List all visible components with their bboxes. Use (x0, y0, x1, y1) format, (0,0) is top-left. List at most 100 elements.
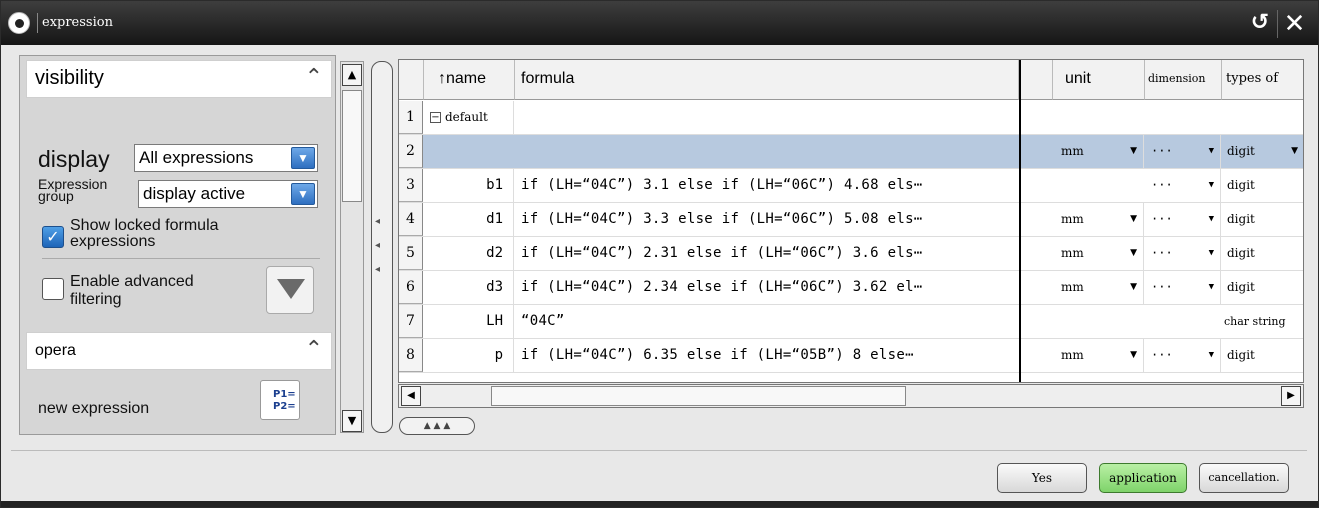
tree-collapse-icon[interactable]: − (430, 112, 441, 123)
type-cell[interactable]: digit (1222, 237, 1303, 270)
name-cell[interactable]: p (424, 339, 514, 372)
chevron-up-icon[interactable]: ⌃ (305, 337, 323, 362)
close-icon[interactable]: ✕ (1277, 10, 1311, 38)
name-cell[interactable]: d3 (424, 271, 514, 304)
dropdown-arrow-icon[interactable]: ▼ (1209, 271, 1214, 304)
expand-collapse-toggle-icon[interactable]: ▲ ▲ ▲ (399, 417, 475, 435)
gear-icon[interactable] (8, 12, 30, 34)
dimension-cell[interactable]: ··· ▼ (1145, 271, 1221, 304)
scroll-up-icon[interactable]: ▲ (342, 64, 362, 86)
panel-splitter[interactable]: ◂ ◂ ◂ (371, 61, 393, 433)
table-row[interactable]: 6 d3 if (LH=“04C”) 2.34 else if (LH=“06C… (399, 271, 1303, 305)
formula-cell[interactable]: if (LH=“04C”) 6.35 else if (LH=“05B”) 8 … (515, 339, 1021, 372)
row-number: 6 (399, 271, 423, 304)
column-header-name[interactable]: ↑name (424, 60, 515, 100)
dropdown-arrow-icon[interactable]: ▼ (1130, 203, 1137, 236)
table-horizontal-scrollbar[interactable]: ◀ ▶ (398, 384, 1304, 408)
dimension-cell[interactable]: ··· ▼ (1145, 169, 1221, 202)
table-row[interactable]: 2 mm ▼ ··· ▼ digit ▼ (399, 135, 1303, 169)
show-locked-label-line1: Show locked formula (70, 217, 219, 234)
opera-section-header[interactable]: opera ⌃ (26, 332, 332, 370)
show-locked-label-line2: expressions (70, 233, 156, 250)
display-select[interactable]: All expressions ▼ (134, 144, 318, 172)
type-cell[interactable]: digit (1222, 271, 1303, 304)
filter-panel: visibility ⌃ display All expressions ▼ E… (19, 55, 336, 435)
visibility-header-label: visibility (35, 67, 104, 89)
dropdown-arrow-icon[interactable]: ▼ (1209, 339, 1214, 372)
unit-cell[interactable]: mm ▼ (1053, 203, 1144, 236)
dropdown-arrow-icon[interactable]: ▼ (1130, 271, 1137, 304)
unit-cell[interactable]: mm ▼ (1053, 339, 1144, 372)
advanced-filtering-label-line1: Enable advanced (70, 273, 194, 290)
dimension-cell[interactable]: ··· ▼ (1145, 135, 1221, 168)
scroll-thumb[interactable] (491, 386, 906, 406)
chevron-up-icon[interactable]: ⌃ (305, 65, 323, 90)
divider (42, 258, 320, 259)
dimension-cell[interactable]: ··· ▼ (1145, 237, 1221, 270)
dropdown-arrow-icon[interactable]: ▼ (291, 183, 315, 205)
yes-button[interactable]: Yes (997, 463, 1087, 493)
dropdown-arrow-icon[interactable]: ▼ (1209, 135, 1214, 168)
scroll-thumb[interactable] (342, 90, 362, 202)
dropdown-arrow-icon[interactable]: ▼ (1291, 135, 1298, 168)
row-number: 4 (399, 203, 423, 236)
formula-cell[interactable]: if (LH=“04C”) 3.1 else if (LH=“06C”) 4.6… (515, 169, 1021, 202)
column-header-type[interactable]: types of (1222, 60, 1303, 100)
type-cell[interactable]: digit (1222, 203, 1303, 236)
dropdown-arrow-icon[interactable]: ▼ (1209, 237, 1214, 270)
dropdown-arrow-icon[interactable]: ▼ (1209, 169, 1214, 202)
table-row[interactable]: 1 − default (399, 101, 1303, 135)
name-cell[interactable]: b1 (424, 169, 514, 202)
unit-cell[interactable]: mm ▼ (1053, 135, 1144, 168)
formula-cell[interactable]: if (LH=“04C”) 2.31 else if (LH=“06C”) 3.… (515, 237, 1021, 270)
table-row[interactable]: 3 b1 if (LH=“04C”) 3.1 else if (LH=“06C”… (399, 169, 1303, 203)
show-locked-checkbox[interactable]: ✓ (42, 226, 64, 248)
unit-cell[interactable]: mm ▼ (1053, 271, 1144, 304)
name-cell[interactable]: d1 (424, 203, 514, 236)
column-header-dimension[interactable]: dimension (1145, 60, 1222, 100)
dropdown-arrow-icon[interactable]: ▼ (1130, 237, 1137, 270)
dimension-cell[interactable]: ··· ▼ (1145, 203, 1221, 236)
table-row[interactable]: 8 p if (LH=“04C”) 6.35 else if (LH=“05B”… (399, 339, 1303, 373)
scroll-down-icon[interactable]: ▼ (342, 410, 362, 432)
name-cell[interactable]: d2 (424, 237, 514, 270)
type-cell[interactable]: digit (1222, 339, 1303, 372)
dropdown-arrow-icon[interactable]: ▼ (1130, 135, 1137, 168)
row-number: 1 (399, 101, 423, 134)
type-cell[interactable]: digit ▼ (1222, 135, 1303, 168)
expression-group-select[interactable]: display active ▼ (138, 180, 318, 208)
dimension-cell[interactable]: ··· ▼ (1145, 339, 1221, 372)
name-cell[interactable]: − default (424, 101, 514, 134)
formula-cell[interactable]: if (LH=“04C”) 3.3 else if (LH=“06C”) 5.0… (515, 203, 1021, 236)
collapse-left-icon: ◂ (375, 264, 381, 275)
table-row[interactable]: 5 d2 if (LH=“04C”) 2.31 else if (LH=“06C… (399, 237, 1303, 271)
dropdown-arrow-icon[interactable]: ▼ (1209, 203, 1214, 236)
unit-cell[interactable]: mm ▼ (1053, 237, 1144, 270)
advanced-filtering-checkbox[interactable] (42, 278, 64, 300)
collapse-left-icon: ◂ (375, 240, 381, 251)
table-row[interactable]: 7 LH “04C” char string (399, 305, 1303, 339)
column-header-formula[interactable]: formula (515, 60, 1019, 100)
application-button[interactable]: application (1099, 463, 1187, 493)
formula-cell[interactable]: “04C” (515, 305, 1021, 338)
column-header-unit[interactable]: unit (1053, 60, 1145, 100)
filter-funnel-icon[interactable] (266, 266, 314, 314)
new-expression-icon[interactable]: P1= P2= (260, 380, 300, 420)
scroll-left-icon[interactable]: ◀ (401, 386, 421, 406)
cancellation-button[interactable]: cancellation. (1199, 463, 1289, 493)
formula-cell[interactable]: if (LH=“04C”) 2.34 else if (LH=“06C”) 3.… (515, 271, 1021, 304)
scroll-right-icon[interactable]: ▶ (1281, 386, 1301, 406)
new-expression-icon-text1: P1= (273, 389, 296, 400)
name-cell[interactable]: LH (424, 305, 514, 338)
left-panel-scrollbar[interactable]: ▲ ▼ (340, 61, 364, 433)
footer-divider (11, 450, 1307, 451)
expression-dialog: expression ↺ ✕ visibility ⌃ display All … (0, 0, 1319, 508)
dropdown-arrow-icon[interactable]: ▼ (1130, 339, 1137, 372)
type-cell[interactable]: digit (1222, 169, 1303, 202)
dropdown-arrow-icon[interactable]: ▼ (291, 147, 315, 169)
reset-icon[interactable]: ↺ (1247, 10, 1273, 36)
visibility-section-header[interactable]: visibility ⌃ (26, 60, 332, 98)
table-row[interactable]: 4 d1 if (LH=“04C”) 3.3 else if (LH=“06C”… (399, 203, 1303, 237)
column-divider[interactable] (1019, 60, 1021, 382)
type-cell[interactable]: char string (1222, 305, 1303, 338)
